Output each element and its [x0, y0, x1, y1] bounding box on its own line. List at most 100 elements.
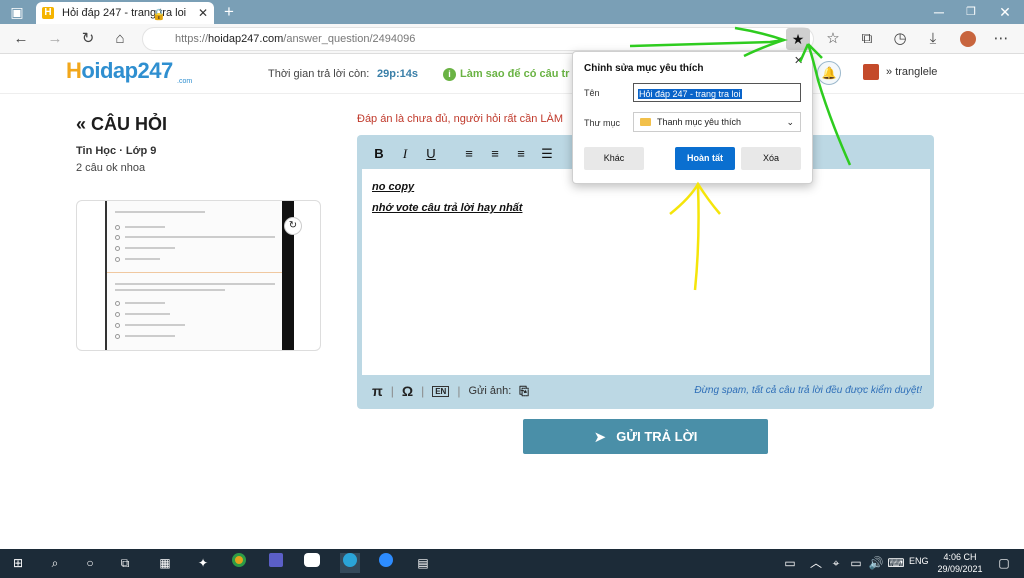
popup-title: Chỉnh sửa mục yêu thích — [584, 63, 704, 74]
remove-button[interactable]: Xóa — [741, 147, 801, 170]
tray-language[interactable]: ENG — [909, 556, 929, 566]
url-host: hoidap247.com — [208, 33, 284, 45]
tray-network-icon[interactable]: ⌖ — [826, 553, 846, 573]
favorite-name-value: Hỏi đáp 247 - trang tra loi — [638, 89, 742, 99]
submit-label: GỬI TRẢ LỜI — [616, 429, 698, 444]
window-close-icon[interactable]: ✕ — [994, 0, 1016, 24]
user-avatar[interactable] — [863, 64, 879, 80]
forward-arrow-icon[interactable]: → — [44, 28, 66, 50]
omega-symbol-icon[interactable]: Ω — [402, 383, 413, 399]
favorite-folder-select[interactable]: Thanh mục yêu thích ⌄ — [633, 112, 801, 132]
username[interactable]: » tranglele — [886, 66, 937, 78]
info-icon: i — [443, 68, 456, 81]
back-arrow-icon[interactable]: ← — [10, 28, 32, 50]
answer-textarea[interactable]: no copy nhớ vote câu trả lời hay nhất — [362, 169, 930, 375]
tray-time: 4:06 CH — [943, 552, 977, 562]
profile-avatar-icon[interactable] — [957, 28, 979, 50]
favorite-folder-label: Thư mục — [584, 118, 621, 128]
more-options-button[interactable]: Khác — [584, 147, 644, 170]
address-bar-row: ← → ↻ ⌂ https://hoidap247.com/answer_que… — [0, 24, 1024, 54]
math-pi-icon[interactable]: π — [372, 383, 383, 399]
align-center-icon[interactable]: ≡ — [484, 143, 506, 165]
new-tab-icon[interactable]: + — [218, 0, 240, 24]
send-icon: ➤ — [593, 428, 607, 446]
submit-answer-button[interactable]: ➤ GỬI TRẢ LỜI — [523, 419, 768, 454]
bottom-divider: | — [457, 384, 461, 398]
favorite-name-input[interactable]: Hỏi đáp 247 - trang tra loi — [633, 83, 801, 102]
question-subject: Tin Học · Lớp 9 — [76, 145, 157, 157]
notification-center-icon[interactable]: ▢ — [994, 553, 1014, 573]
tray-display-icon[interactable]: ▭ — [846, 553, 866, 573]
teams-icon[interactable] — [266, 553, 286, 573]
italic-icon[interactable]: I — [394, 143, 416, 165]
tray-clock[interactable]: 4:06 CH 29/09/2021 — [935, 551, 985, 575]
notification-bell-icon[interactable]: 🔔 — [817, 61, 841, 85]
tab-close-icon[interactable]: ✕ — [198, 6, 208, 20]
username-text: tranglele — [895, 66, 938, 78]
folder-icon — [640, 118, 651, 126]
popup-close-icon[interactable]: ✕ — [794, 54, 803, 67]
logo-suffix: .com — [177, 78, 193, 85]
align-right-icon[interactable]: ≡ — [510, 143, 532, 165]
site-logo[interactable]: Hoidap247 — [66, 58, 173, 84]
spam-notice: Đừng spam, tất cả câu trả lời đều được k… — [694, 385, 922, 396]
taskbar-search-icon[interactable]: ⌕ — [45, 553, 65, 573]
edge-icon[interactable] — [340, 553, 360, 573]
tray-volume-icon[interactable]: 🔊 — [866, 553, 886, 573]
tab-title: Hỏi đáp 247 - trang tra loi — [62, 7, 187, 19]
more-menu-icon[interactable]: ⋯ — [990, 28, 1012, 50]
download-icon[interactable]: ⤓ — [922, 28, 944, 50]
home-icon[interactable]: ⌂ — [109, 28, 131, 50]
underline-icon[interactable]: U — [420, 143, 442, 165]
collections-icon[interactable]: ⧉ — [856, 28, 878, 50]
keyboard-en-icon[interactable]: EN — [432, 385, 450, 397]
tray-up-icon[interactable]: ︿ — [806, 553, 826, 573]
site-favicon-icon: H — [42, 7, 54, 19]
editor-bottom-bar: π | Ω | EN | Gửi ảnh: ⎘ Đừng spam, tất c… — [362, 377, 930, 405]
url-path: /answer_question/2494096 — [283, 33, 416, 45]
cortana-icon[interactable]: ○ — [80, 553, 100, 573]
minimize-icon[interactable]: ─ — [928, 0, 950, 24]
calculator-icon[interactable]: ▤ — [413, 553, 433, 573]
history-icon[interactable]: ◷ — [889, 28, 911, 50]
bottom-divider: | — [390, 384, 394, 398]
browser-tab[interactable]: H Hỏi đáp 247 - trang tra loi ✕ — [36, 2, 214, 24]
question-image-sheet — [105, 201, 283, 350]
tab-actions-icon[interactable]: ▣ — [6, 0, 28, 24]
taskbar-app-icon[interactable]: ▦ — [155, 553, 175, 573]
tray-notes-icon[interactable]: ▭ — [780, 553, 800, 573]
answer-notice: Đáp án là chưa đủ, người hỏi rất cần LÀM — [357, 113, 563, 125]
tray-date: 29/09/2021 — [937, 564, 983, 574]
paperclip-icon[interactable]: ⎘ — [519, 384, 529, 399]
upload-image-label: Gửi ảnh: — [468, 385, 512, 397]
question-text: 2 câu ok nhoa — [76, 162, 146, 174]
url-field[interactable]: https://hoidap247.com/answer_question/24… — [142, 27, 814, 51]
bold-icon[interactable]: B — [368, 143, 390, 165]
rotate-image-icon[interactable]: ↻ — [284, 217, 302, 235]
timer-value: 29p:14s — [377, 68, 418, 80]
favorite-star-icon[interactable]: ★ — [786, 28, 810, 50]
logo-text: oidap247 — [81, 58, 173, 83]
align-left-icon[interactable]: ≡ — [458, 143, 480, 165]
favorites-list-icon[interactable]: ☆ — [822, 28, 844, 50]
bottom-divider: | — [421, 384, 425, 398]
refresh-icon[interactable]: ↻ — [77, 28, 99, 50]
restore-icon[interactable]: ❐ — [960, 0, 982, 24]
zalo-icon[interactable] — [302, 553, 322, 573]
chrome-icon[interactable] — [229, 553, 249, 573]
favorite-name-label: Tên — [584, 88, 600, 98]
align-justify-icon[interactable]: ☰ — [536, 143, 558, 165]
howto-link[interactable]: Làm sao để có câu tr — [460, 68, 569, 80]
windows-start-icon[interactable]: ⊞ — [8, 553, 28, 573]
chevron-down-icon: ⌄ — [786, 117, 794, 127]
done-button[interactable]: Hoàn tất — [675, 147, 735, 170]
page-title[interactable]: « CÂU HỎI — [76, 114, 167, 135]
tray-keyboard-icon[interactable]: ⌨ — [886, 553, 906, 573]
task-view-icon[interactable]: ⧉ — [115, 553, 135, 573]
question-image[interactable]: ↻ — [76, 200, 321, 351]
zoom-icon[interactable] — [376, 553, 396, 573]
favorite-folder-value: Thanh mục yêu thích — [657, 117, 742, 127]
page-title-text: CÂU HỎI — [91, 114, 168, 134]
toolbar-divider — [446, 143, 454, 165]
taskbar-app-icon[interactable]: ✦ — [193, 553, 213, 573]
